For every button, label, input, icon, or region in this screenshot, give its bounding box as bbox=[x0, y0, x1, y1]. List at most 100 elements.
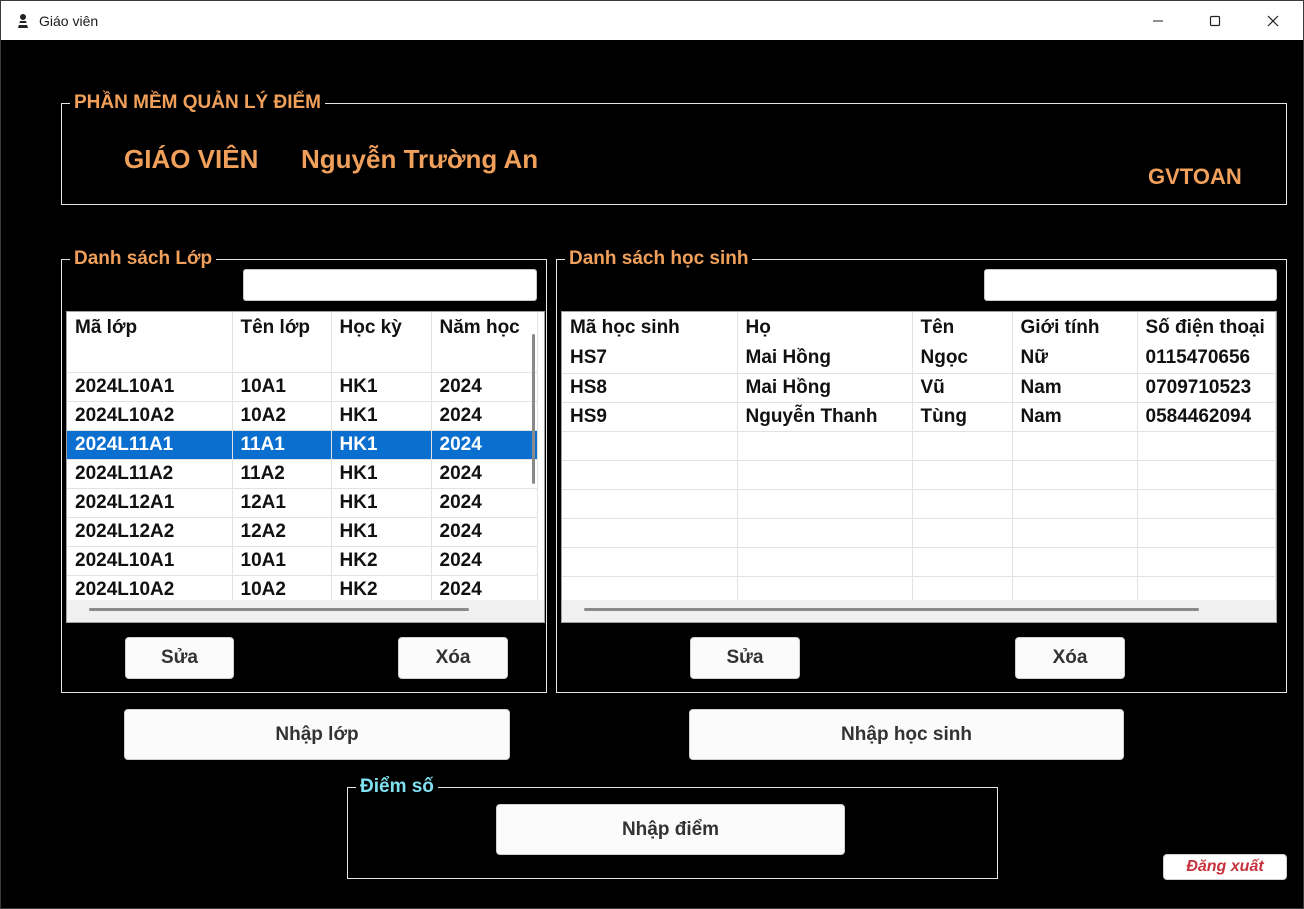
student-table-cell: Nam bbox=[1012, 373, 1138, 403]
class-table-row[interactable]: 2024L10A1 10A1 HK1 2024 bbox=[67, 372, 538, 402]
student-table-cell: Vũ bbox=[912, 373, 1013, 403]
student-table-cell: Nam bbox=[1012, 402, 1138, 432]
class-table-cell: 2024 bbox=[431, 488, 538, 518]
student-search-input[interactable] bbox=[984, 269, 1277, 301]
student-column-header[interactable]: Mã học sinh bbox=[562, 312, 738, 344]
student-table-cell: Nguyễn Thanh bbox=[737, 402, 913, 432]
class-table-cell: 12A1 bbox=[232, 488, 332, 518]
student-table-cell: Mai Hồng bbox=[737, 344, 913, 374]
teacher-label: GIÁO VIÊN bbox=[124, 144, 259, 174]
student-table-cell bbox=[1137, 489, 1276, 519]
class-table-horizontal-scrollbar[interactable] bbox=[89, 608, 469, 611]
class-list-legend: Danh sách Lớp bbox=[70, 248, 217, 270]
student-table-cell: Mai Hồng bbox=[737, 373, 913, 403]
student-table-row[interactable] bbox=[562, 547, 1276, 577]
student-table-cell: Nữ bbox=[1012, 344, 1138, 374]
student-column-header[interactable]: Tên bbox=[912, 312, 1013, 344]
maximize-button[interactable] bbox=[1188, 1, 1242, 40]
student-table-row[interactable]: HS9 Nguyễn Thanh Tùng Nam 0584462094 bbox=[562, 402, 1276, 432]
student-table-cell bbox=[737, 460, 913, 490]
student-table[interactable]: Mã học sinh Họ Tên Giới tính Số điện thoại H… bbox=[561, 311, 1277, 623]
student-column-header[interactable]: Số điện thoại bbox=[1137, 312, 1276, 344]
class-table-cell: HK1 bbox=[331, 430, 432, 460]
student-table-horizontal-scrollbar[interactable] bbox=[584, 608, 1199, 611]
class-table[interactable]: Mã lớp Tên lớp Học kỳ Năm học 2024L10A1 10A1… bbox=[66, 311, 545, 623]
import-student-button[interactable]: Nhập học sinh bbox=[689, 709, 1124, 760]
student-delete-button[interactable]: Xóa bbox=[1015, 637, 1125, 679]
student-table-row[interactable] bbox=[562, 489, 1276, 519]
class-search-input[interactable] bbox=[243, 269, 537, 301]
app-title-legend: PHẦN MỀM QUẢN LÝ ĐIỂM bbox=[70, 92, 325, 114]
class-table-row[interactable]: 2024L10A2 10A2 HK1 2024 bbox=[67, 401, 538, 431]
class-table-cell: 11A2 bbox=[232, 459, 332, 489]
class-table-row[interactable]: 2024L11A1 11A1 HK1 2024 bbox=[67, 430, 538, 460]
class-column-header[interactable]: Mã lớp bbox=[67, 312, 233, 344]
class-list-group: Danh sách Lớp Mã lớp Tên lớp Học kỳ Năm học… bbox=[61, 248, 547, 693]
class-column-header[interactable]: Tên lớp bbox=[232, 312, 332, 344]
class-table-cell: HK2 bbox=[331, 546, 432, 576]
class-table-cell: HK1 bbox=[331, 459, 432, 489]
class-edit-button[interactable]: Sửa bbox=[125, 637, 234, 679]
student-table-cell bbox=[562, 489, 738, 519]
class-table-cell: 11A1 bbox=[232, 430, 332, 460]
class-table-row[interactable]: 2024L10A1 10A1 HK2 2024 bbox=[67, 546, 538, 576]
student-table-cell: 0115470656 bbox=[1137, 344, 1276, 374]
student-table-cell bbox=[1012, 489, 1138, 519]
student-table-cell bbox=[1012, 431, 1138, 461]
student-table-cell bbox=[737, 547, 913, 577]
class-column-header[interactable]: Năm học bbox=[431, 312, 538, 344]
student-table-cell bbox=[912, 547, 1013, 577]
student-column-header[interactable]: Giới tính bbox=[1012, 312, 1138, 344]
class-table-cell: 2024L10A1 bbox=[67, 546, 233, 576]
title-bar: Giáo viên bbox=[1, 1, 1303, 40]
class-table-cell bbox=[331, 344, 432, 373]
class-table-cell: 2024 bbox=[431, 517, 538, 547]
student-table-cell bbox=[737, 489, 913, 519]
student-table-row[interactable] bbox=[562, 431, 1276, 461]
student-table-cell bbox=[562, 547, 738, 577]
student-table-row[interactable] bbox=[562, 518, 1276, 548]
student-table-row[interactable]: HS7 Mai Hồng Ngọc Nữ 0115470656 bbox=[562, 344, 1276, 374]
logout-button[interactable]: Đăng xuất bbox=[1163, 854, 1287, 880]
student-edit-button[interactable]: Sửa bbox=[690, 637, 800, 679]
student-table-cell: 0709710523 bbox=[1137, 373, 1276, 403]
class-table-vertical-scrollbar[interactable] bbox=[532, 334, 535, 484]
class-table-cell bbox=[67, 344, 233, 373]
student-list-group: Danh sách học sinh Mã học sinh Họ Tên Giới … bbox=[556, 248, 1287, 693]
import-score-button[interactable]: Nhập điểm bbox=[496, 804, 845, 855]
minimize-button[interactable] bbox=[1131, 1, 1185, 40]
student-table-cell bbox=[1137, 460, 1276, 490]
class-table-row[interactable]: 2024L12A1 12A1 HK1 2024 bbox=[67, 488, 538, 518]
class-table-row[interactable]: 2024L11A2 11A2 HK1 2024 bbox=[67, 459, 538, 489]
class-table-cell: 10A1 bbox=[232, 546, 332, 576]
student-table-cell bbox=[912, 518, 1013, 548]
class-delete-button[interactable]: Xóa bbox=[398, 637, 508, 679]
teacher-app-icon bbox=[15, 13, 31, 29]
student-table-row[interactable] bbox=[562, 460, 1276, 490]
import-class-button[interactable]: Nhập lớp bbox=[124, 709, 510, 760]
close-button[interactable] bbox=[1246, 1, 1300, 40]
class-table-cell: 2024 bbox=[431, 401, 538, 431]
student-column-header[interactable]: Họ bbox=[737, 312, 913, 344]
class-table-cell bbox=[431, 344, 538, 373]
student-table-scroll-track bbox=[562, 600, 1276, 622]
class-table-row[interactable]: 2024L12A2 12A2 HK1 2024 bbox=[67, 517, 538, 547]
class-table-row[interactable] bbox=[67, 344, 538, 373]
class-table-cell: HK1 bbox=[331, 517, 432, 547]
teacher-name: Nguyễn Trường An bbox=[301, 144, 539, 174]
class-table-header: Mã lớp Tên lớp Học kỳ Năm học bbox=[67, 312, 538, 344]
student-table-cell bbox=[1137, 431, 1276, 461]
minimize-icon bbox=[1153, 20, 1163, 21]
class-table-cell: 10A1 bbox=[232, 372, 332, 402]
student-list-legend: Danh sách học sinh bbox=[565, 248, 753, 270]
student-table-row[interactable]: HS8 Mai Hồng Vũ Nam 0709710523 bbox=[562, 373, 1276, 403]
class-table-cell: 12A2 bbox=[232, 517, 332, 547]
class-table-scroll-track bbox=[67, 600, 544, 622]
class-table-cell: 2024L12A1 bbox=[67, 488, 233, 518]
class-column-header[interactable]: Học kỳ bbox=[331, 312, 432, 344]
class-table-cell bbox=[232, 344, 332, 373]
student-table-cell: Ngọc bbox=[912, 344, 1013, 374]
student-table-cell bbox=[737, 431, 913, 461]
student-table-cell: HS8 bbox=[562, 373, 738, 403]
class-table-cell: 10A2 bbox=[232, 401, 332, 431]
